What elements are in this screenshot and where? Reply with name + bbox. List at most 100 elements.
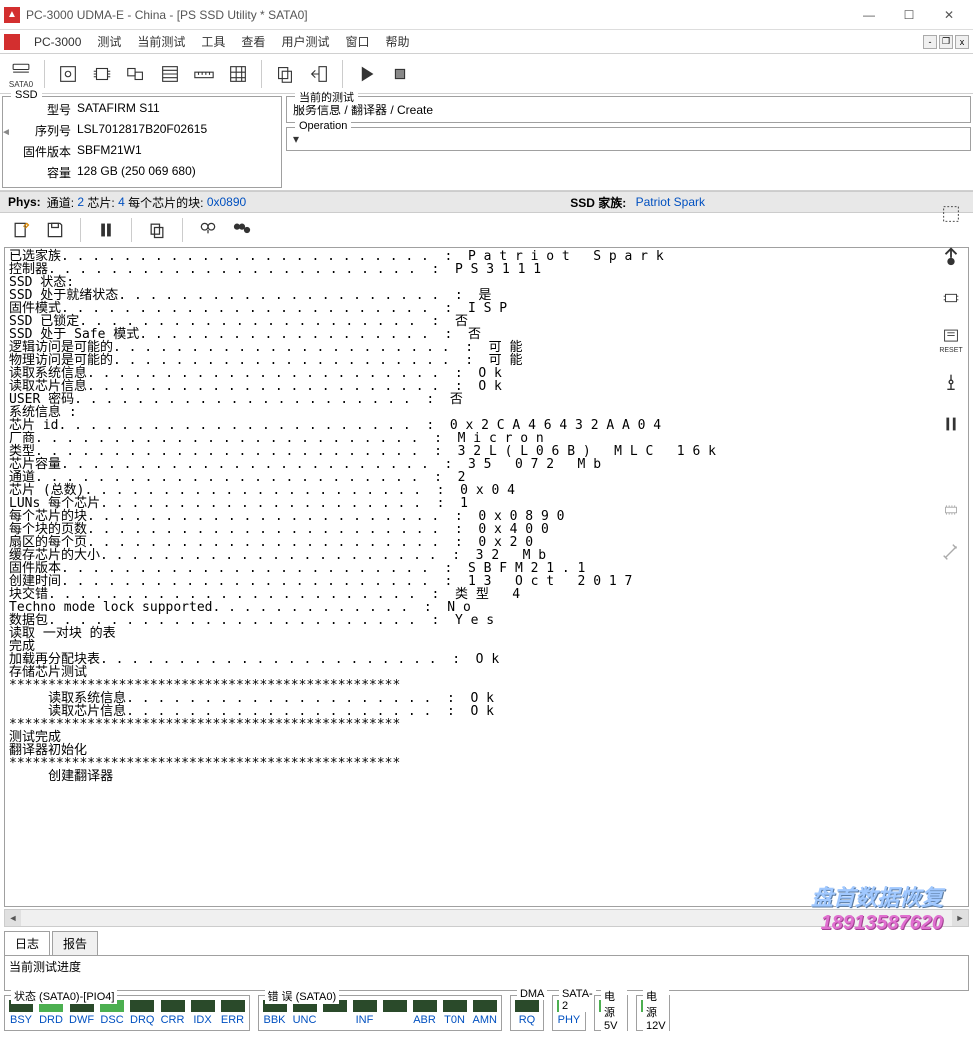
led-blank [383,1000,407,1026]
sidebar-btn-tools[interactable] [937,538,965,566]
status-group-sata2-legend: SATA-2 [559,988,596,1012]
log-btn-new[interactable] [8,217,34,243]
led-drq: DRQ [130,1000,154,1026]
ssd-family-value: Patriot Spark [636,195,705,209]
log-output[interactable]: 已选家族. . . . . . . . . . . . . . . . . . … [4,247,969,907]
menu-app[interactable]: PC-3000 [26,35,89,49]
log-line: ****************************************… [9,757,964,770]
minimize-button[interactable]: — [849,1,889,29]
toolbar-btn-3[interactable] [121,59,151,89]
fw-label: 固件版本 [11,143,71,160]
log-btn-find[interactable] [195,217,221,243]
log-btn-copy[interactable] [144,217,170,243]
serial-label: 序列号 [11,122,71,139]
menu-view[interactable]: 查看 [233,33,273,50]
phys-label: Phys: [8,195,41,209]
scroll-left-arrow[interactable]: ◄ [5,910,21,926]
led-idx: IDX [191,1000,215,1026]
status-group-state: 状态 (SATA0)-[PIO4]BSYDRDDWFDSCDRQCRRIDXER… [4,995,250,1031]
sata-port-button[interactable]: SATA0 [6,59,36,89]
menu-test[interactable]: 测试 [89,33,129,50]
led-label: RQ [519,1014,536,1026]
led-label: ERR [221,1014,244,1026]
model-value: SATAFIRM S11 [77,101,273,118]
led-indicator [191,1000,215,1012]
toolbar-btn-4[interactable] [155,59,185,89]
chip-value: 4 [118,195,125,209]
log-btn-find-next[interactable] [229,217,255,243]
scroll-right-arrow[interactable]: ► [952,910,968,926]
menu-current-test[interactable]: 当前测试 [129,33,193,50]
log-line: 创建翻译器 [9,770,964,783]
current-test-path: 服务信息 / 翻译器 / Create [293,101,964,118]
toolbar-btn-chip[interactable] [87,59,117,89]
child-close-button[interactable]: x [955,35,969,49]
led-label: CRR [161,1014,185,1026]
maximize-button[interactable]: ☐ [889,1,929,29]
progress-label: 当前测试进度 [9,958,964,975]
led-label: BBK [263,1014,285,1026]
current-test-panel: 当前的测试 服务信息 / 翻译器 / Create [286,96,971,123]
ssd-family-label: SSD 家族: [570,194,626,211]
sidebar-btn-power[interactable] [937,242,965,270]
menu-window[interactable]: 窗口 [337,33,377,50]
led-indicator [383,1000,407,1012]
menu-user-test[interactable]: 用户测试 [273,33,337,50]
led-indicator [473,1000,497,1012]
log-toolbar [0,213,973,247]
log-line: USER 密码. . . . . . . . . . . . . . . . .… [9,393,964,406]
channel-label: 通道: [47,194,74,211]
child-restore-button[interactable]: ❐ [939,35,953,49]
close-button[interactable]: ✕ [929,1,969,29]
tab-log[interactable]: 日志 [4,931,50,955]
led-label: ABR [413,1014,436,1026]
status-group-5v: 电源 5V5V [594,995,628,1031]
stop-button[interactable] [385,59,415,89]
led-rq: RQ [515,1000,539,1026]
log-hscroll[interactable]: ◄ ► [4,909,969,927]
sidebar-btn-pause[interactable] [937,410,965,438]
tab-report[interactable]: 报告 [52,931,98,955]
sidebar-btn-scale[interactable] [937,200,965,228]
led-indicator [161,1000,185,1012]
blocks-value: 0x0890 [207,195,246,209]
play-button[interactable] [351,59,381,89]
model-label: 型号 [11,101,71,118]
app-icon-small [4,34,20,50]
led-label: DRD [39,1014,63,1026]
right-sidebar: RESET [933,200,969,566]
capacity-label: 容量 [11,164,71,181]
log-line: 读取 一对块 的表 [9,627,964,640]
main-toolbar: SATA0 [0,54,973,94]
child-minimize-button[interactable]: - [923,35,937,49]
toolbar-btn-ruler[interactable] [189,59,219,89]
pause-button[interactable] [93,217,119,243]
toolbar-btn-exit[interactable] [304,59,334,89]
log-btn-save[interactable] [42,217,68,243]
led-inf: INF [353,1000,377,1026]
operation-panel: Operation ▾ [286,127,971,151]
fw-value: SBFM21W1 [77,143,273,160]
log-line: 测试完成 [9,731,964,744]
led-indicator [413,1000,437,1012]
capacity-value: 128 GB (250 069 680) [77,164,273,181]
status-group-dma: DMARQ [510,995,544,1031]
led-label: PHY [558,1014,581,1026]
toolbar-btn-1[interactable] [53,59,83,89]
operation-legend: Operation [295,120,351,132]
led-label: UNC [293,1014,317,1026]
menu-tools[interactable]: 工具 [193,33,233,50]
operation-dropdown-arrow[interactable]: ▾ [293,132,299,146]
channel-value: 2 [77,195,84,209]
log-line: 加载再分配块表. . . . . . . . . . . . . . . . .… [9,653,964,666]
sidebar-btn-reset[interactable]: RESET [937,326,965,354]
toolbar-btn-copy[interactable] [270,59,300,89]
status-group-state-legend: 状态 (SATA0)-[PIO4] [11,988,117,1004]
collapse-toggle[interactable]: ◄ [1,127,11,138]
toolbar-btn-grid[interactable] [223,59,253,89]
sidebar-btn-chip[interactable] [937,284,965,312]
menu-help[interactable]: 帮助 [377,33,417,50]
sidebar-btn-chip2[interactable] [937,496,965,524]
sidebar-btn-probe[interactable] [937,368,965,396]
phys-bar: Phys: 通道: 2 芯片: 4 每个芯片的块: 0x0890 SSD 家族:… [0,191,973,213]
